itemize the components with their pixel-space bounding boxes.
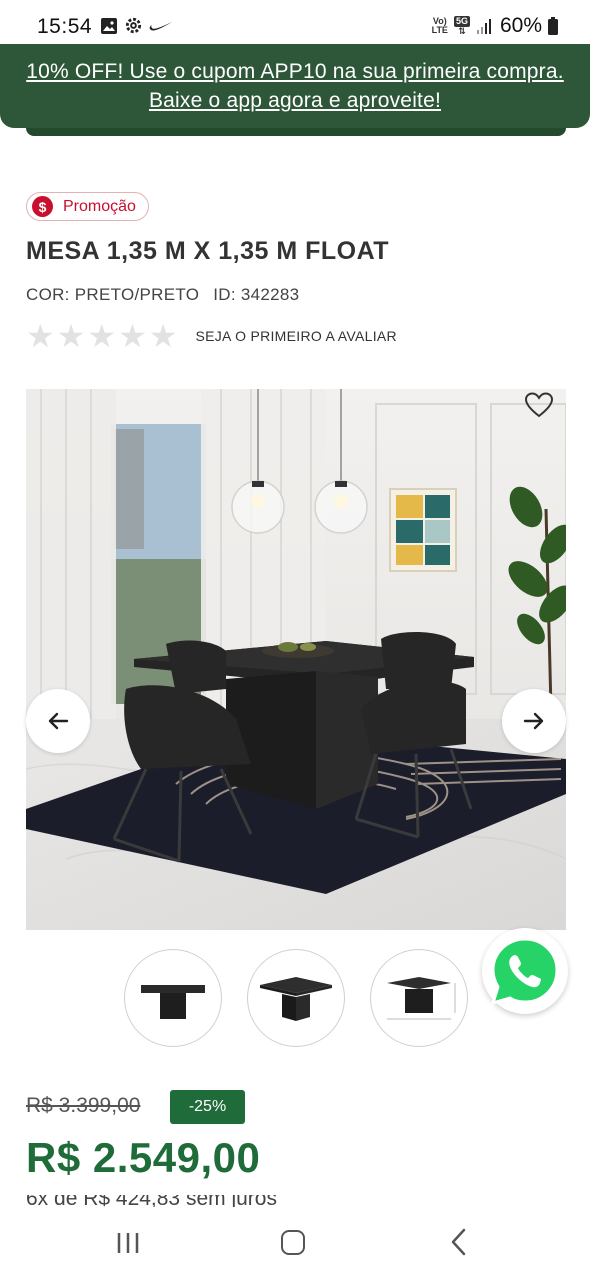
thumbnail-3[interactable] <box>370 949 468 1047</box>
promo-banner-strip <box>26 128 566 136</box>
back-icon[interactable] <box>449 1227 469 1257</box>
arrow-right-icon <box>523 712 544 730</box>
discount-badge: -25% <box>170 1090 245 1124</box>
promo-banner[interactable]: 10% OFF! Use o cupom APP10 na sua primei… <box>0 44 590 128</box>
current-price: R$ 2.549,00 <box>26 1134 261 1181</box>
thumbnail-table-image <box>260 977 332 1021</box>
home-icon[interactable] <box>281 1230 305 1255</box>
heart-icon <box>524 392 554 418</box>
promotion-badge: $ Promoção <box>26 192 149 221</box>
star-icon: ★ <box>26 318 55 354</box>
battery-icon <box>548 17 558 35</box>
gallery-prev-button[interactable] <box>26 689 90 753</box>
status-time: 15:54 <box>37 15 93 38</box>
recent-apps-icon[interactable] <box>116 1231 140 1255</box>
star-icon: ★ <box>87 318 117 354</box>
promotion-badge-label: Promoção <box>63 197 136 215</box>
installment-info: 6x de R$ 424,83 sem juros <box>26 1195 566 1207</box>
rating-label[interactable]: SEJA O PRIMEIRO A AVALIAR <box>195 328 397 344</box>
product-main-image[interactable] <box>26 389 566 930</box>
product-photo <box>26 389 566 930</box>
volte-icon: Vo) LTE <box>431 16 448 35</box>
gallery-icon <box>101 17 117 34</box>
product-meta: COR: PRETO/PRETO ID: 342283 <box>26 285 299 305</box>
promo-banner-text[interactable]: 10% OFF! Use o cupom APP10 na sua primei… <box>20 57 570 115</box>
status-system-icons: Vo) LTE 5G ⇅ 60% <box>432 14 558 38</box>
dollar-icon: $ <box>32 196 53 217</box>
gallery-thumbnails <box>124 949 468 1047</box>
signal-icon <box>476 19 491 34</box>
settings-icon <box>125 17 142 34</box>
star-icon: ★ <box>148 318 178 354</box>
favorite-button[interactable] <box>520 387 558 423</box>
star-icon: ★ <box>118 318 147 354</box>
5g-icon: 5G ⇅ <box>453 16 470 36</box>
battery-level: 60% <box>499 14 542 37</box>
thumbnail-1[interactable] <box>124 949 222 1047</box>
thumbnail-table-image <box>141 985 205 1019</box>
product-id: ID: 342283 <box>213 285 300 304</box>
status-bar: 15:54 Vo) LTE 5G ⇅ 60% <box>0 0 590 46</box>
gallery-next-button[interactable] <box>502 689 566 753</box>
whatsapp-button[interactable] <box>482 928 568 1014</box>
rating-row[interactable]: ★ ★ ★ ★ ★ SEJA O PRIMEIRO A AVALIAR <box>26 320 397 352</box>
rating-stars: ★ ★ ★ ★ ★ <box>26 320 177 352</box>
status-notification-icons <box>100 16 173 35</box>
star-icon: ★ <box>56 318 86 354</box>
nike-icon <box>149 21 172 31</box>
thumbnail-dimensions-image <box>387 977 456 1020</box>
product-color: COR: PRETO/PRETO <box>26 285 200 304</box>
whatsapp-icon <box>490 937 559 1006</box>
system-nav-bar <box>0 1207 590 1280</box>
installment-text: 6x de R$ 424,83 sem juros <box>26 1195 277 1207</box>
old-price: R$ 3.399,00 <box>26 1094 141 1117</box>
arrow-left-icon <box>48 712 69 730</box>
thumbnail-2[interactable] <box>247 949 345 1047</box>
product-title: MESA 1,35 M X 1,35 M FLOAT <box>26 237 390 265</box>
